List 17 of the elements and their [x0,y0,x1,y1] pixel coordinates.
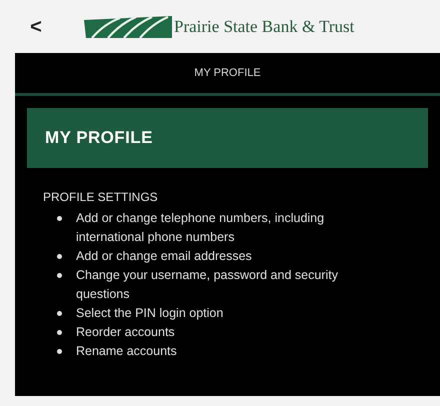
bullet-icon [57,311,62,316]
bullet-icon [57,330,62,335]
settings-item: Rename accounts [76,343,177,360]
bullet-icon [57,216,62,221]
bank-name: Prairie State Bank & Trust [174,16,354,38]
page-title: MY PROFILE [194,66,261,81]
section-heading: PROFILE SETTINGS [43,189,159,206]
settings-item: Add or change telephone numbers, including international phone numbers [76,210,326,246]
profile-card-header: MY PROFILE [27,108,428,168]
bullet-icon [57,349,62,354]
settings-item: Add or change email addresses [76,248,252,265]
settings-item: Reorder accounts [76,324,175,341]
settings-item: Select the PIN login option [76,305,224,322]
bullet-icon [57,254,62,259]
settings-item: Change your username, password and security questions [76,267,339,303]
back-button[interactable]: < [28,12,44,42]
bullet-icon [57,273,62,278]
